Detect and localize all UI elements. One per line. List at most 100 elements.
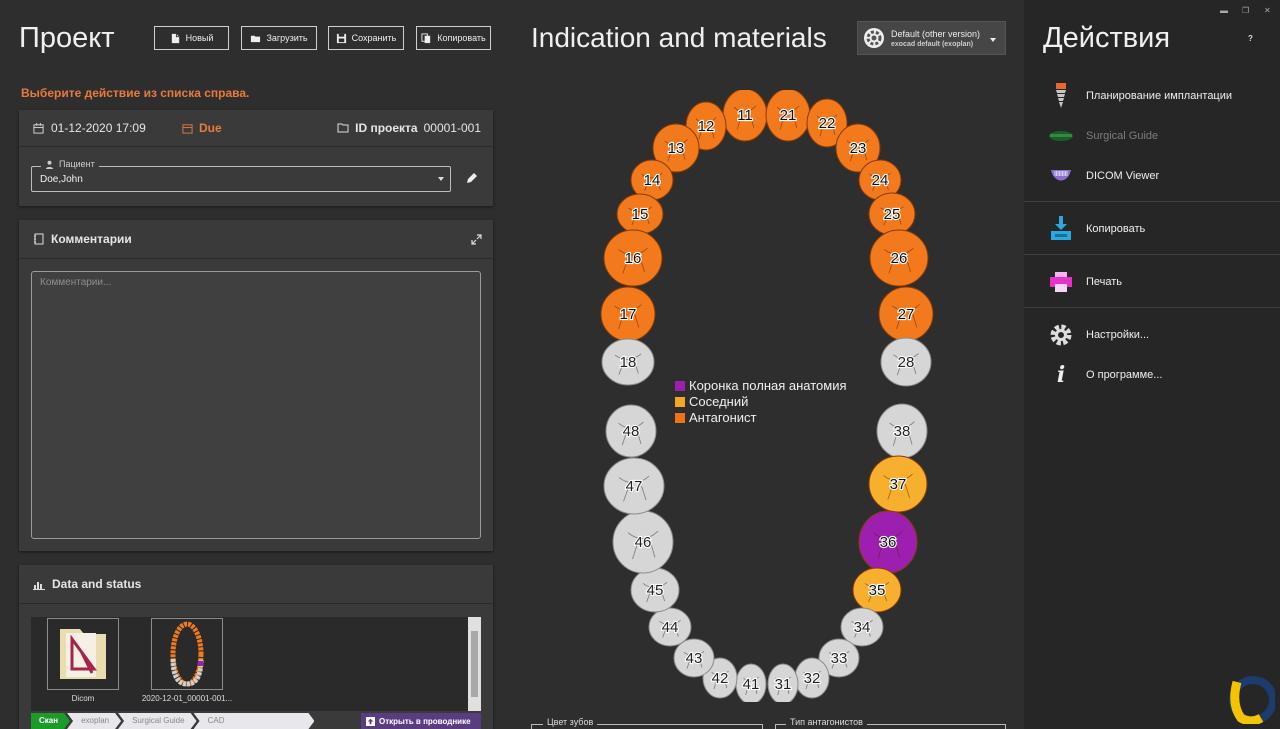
tooth-number: 32: [804, 670, 821, 687]
legend-label: Антагонист: [689, 410, 757, 425]
version-select[interactable]: Default (other version) exocad default (…: [857, 21, 1006, 55]
action-settings[interactable]: Настройки...: [1048, 322, 1149, 348]
tooth-35[interactable]: 35: [852, 567, 902, 613]
legend-item-adjacent: Соседний: [675, 394, 847, 410]
action-about[interactable]: i О программе...: [1048, 362, 1163, 388]
tooth-15[interactable]: 15: [616, 193, 664, 235]
file-list-scrollbar[interactable]: [468, 617, 481, 711]
tooth-number: 28: [898, 354, 915, 371]
tooth-43[interactable]: 43: [673, 638, 715, 678]
minimize-button[interactable]: ▬: [1220, 6, 1228, 15]
indication-title: Indication and materials: [531, 22, 827, 53]
file-item-scan[interactable]: 2020-12-01_00001-001...: [142, 618, 232, 703]
action-label: О программе...: [1086, 369, 1163, 381]
tooth-27[interactable]: 27: [878, 286, 934, 342]
tooth-32[interactable]: 32: [794, 657, 830, 699]
pencil-icon[interactable]: [465, 171, 479, 185]
new-button-label: Новый: [185, 33, 214, 43]
tooth-26[interactable]: 26: [869, 229, 929, 287]
scan-thumbnail: [151, 618, 223, 690]
legend-swatch: [675, 381, 685, 391]
tooth-37[interactable]: 37: [868, 455, 928, 513]
tooth-45[interactable]: 45: [630, 567, 680, 613]
open-in-explorer-button[interactable]: Открыть в проводнике: [361, 713, 481, 729]
tooth-38[interactable]: 38: [876, 403, 928, 459]
help-button[interactable]: ?: [1248, 34, 1253, 43]
version-line2: exocad default (exoplan): [891, 40, 974, 48]
comments-textarea[interactable]: Комментарии...: [31, 271, 481, 539]
tooth-number: 27: [898, 306, 915, 323]
comments-panel: Комментарии Комментарии...: [19, 220, 493, 551]
action-surgical-guide[interactable]: Surgical Guide: [1048, 123, 1158, 149]
tooth-number: 47: [626, 478, 643, 495]
tooth-legend: Коронка полная анатомия Соседний Антагон…: [675, 378, 847, 426]
gear-badge-icon: [864, 28, 884, 48]
project-id-label: ID проекта: [355, 121, 418, 135]
tooth-number: 31: [775, 676, 792, 693]
tooth-21[interactable]: 21: [765, 90, 811, 142]
gear-icon: [1048, 322, 1074, 348]
workflow-step-exoplan[interactable]: exoplan: [67, 713, 121, 729]
tooth-36[interactable]: 36: [858, 510, 918, 574]
tooth-number: 14: [644, 172, 661, 189]
tooth-44[interactable]: 44: [648, 607, 692, 647]
due-date[interactable]: Due: [182, 121, 222, 135]
tooth-17[interactable]: 17: [600, 286, 656, 342]
notebook-icon: [34, 233, 44, 245]
restore-button[interactable]: ❐: [1242, 6, 1249, 15]
expand-icon[interactable]: [471, 234, 482, 245]
workflow-step-scan[interactable]: Скан: [31, 713, 70, 729]
tooth-number: 22: [819, 115, 836, 132]
tooth-28[interactable]: 28: [880, 337, 932, 387]
legend-swatch: [675, 413, 685, 423]
tooth-number: 17: [620, 306, 637, 323]
save-disk-icon: [336, 33, 346, 43]
exocad-logo-icon: [1229, 676, 1275, 724]
action-implant-planning[interactable]: Планирование имплантации: [1048, 83, 1232, 109]
action-copy[interactable]: Копировать: [1048, 216, 1145, 242]
tooth-18[interactable]: 18: [601, 338, 655, 386]
action-label: Печать: [1086, 276, 1123, 288]
printer-icon: [1048, 269, 1074, 295]
file-item-dicom[interactable]: Dicom: [47, 618, 119, 703]
project-title: Проект: [19, 22, 115, 54]
actions-panel: ▬ ❐ ✕ Действия ? Планирование имплантаци…: [1024, 0, 1280, 729]
person-icon: [45, 160, 54, 169]
action-print[interactable]: Печать: [1048, 269, 1122, 295]
dicom-folder-thumbnail: [47, 618, 119, 690]
tooth-number: 16: [625, 250, 642, 267]
tooth-47[interactable]: 47: [603, 457, 665, 515]
legend-label: Коронка полная анатомия: [689, 378, 847, 393]
action-label: Surgical Guide: [1086, 130, 1159, 142]
tooth-number: 11: [737, 107, 753, 124]
file-name: 2020-12-01_00001-001...: [141, 694, 233, 703]
tooth-48[interactable]: 48: [605, 404, 657, 458]
action-dicom-viewer[interactable]: DICOM Viewer: [1048, 163, 1159, 189]
tooth-46[interactable]: 46: [612, 510, 674, 574]
folder-open-icon: [251, 35, 261, 42]
load-button[interactable]: Загрузить: [241, 26, 317, 50]
action-label: Копировать: [1086, 223, 1146, 235]
patient-value: Doe,John: [40, 174, 83, 185]
copy-button[interactable]: Копировать: [416, 26, 491, 50]
patient-select[interactable]: Doe,John: [31, 166, 451, 192]
scrollbar-thumb[interactable]: [471, 631, 478, 697]
new-button[interactable]: Новый: [154, 26, 229, 50]
save-button[interactable]: Сохранить: [328, 26, 404, 50]
tooth-16[interactable]: 16: [603, 229, 663, 287]
tooth-11[interactable]: 11: [722, 90, 768, 142]
tooth-41[interactable]: 41: [735, 663, 767, 702]
calendar-due-icon: [182, 123, 193, 134]
close-button[interactable]: ✕: [1264, 6, 1271, 15]
tooth-number: 34: [854, 619, 871, 636]
tooth-31[interactable]: 31: [767, 663, 799, 702]
tooth-25[interactable]: 25: [868, 192, 916, 236]
tooth-number: 26: [891, 250, 908, 267]
tooth-number: 44: [662, 619, 679, 636]
workflow-step-surgical-guide[interactable]: Surgical Guide: [118, 713, 196, 729]
upload-arrow-icon: [366, 716, 375, 726]
legend-swatch: [675, 397, 685, 407]
patient-label: Пациент: [59, 159, 95, 169]
workflow-step-cad[interactable]: CAD: [194, 713, 315, 729]
copy-button-label: Копировать: [437, 33, 486, 43]
